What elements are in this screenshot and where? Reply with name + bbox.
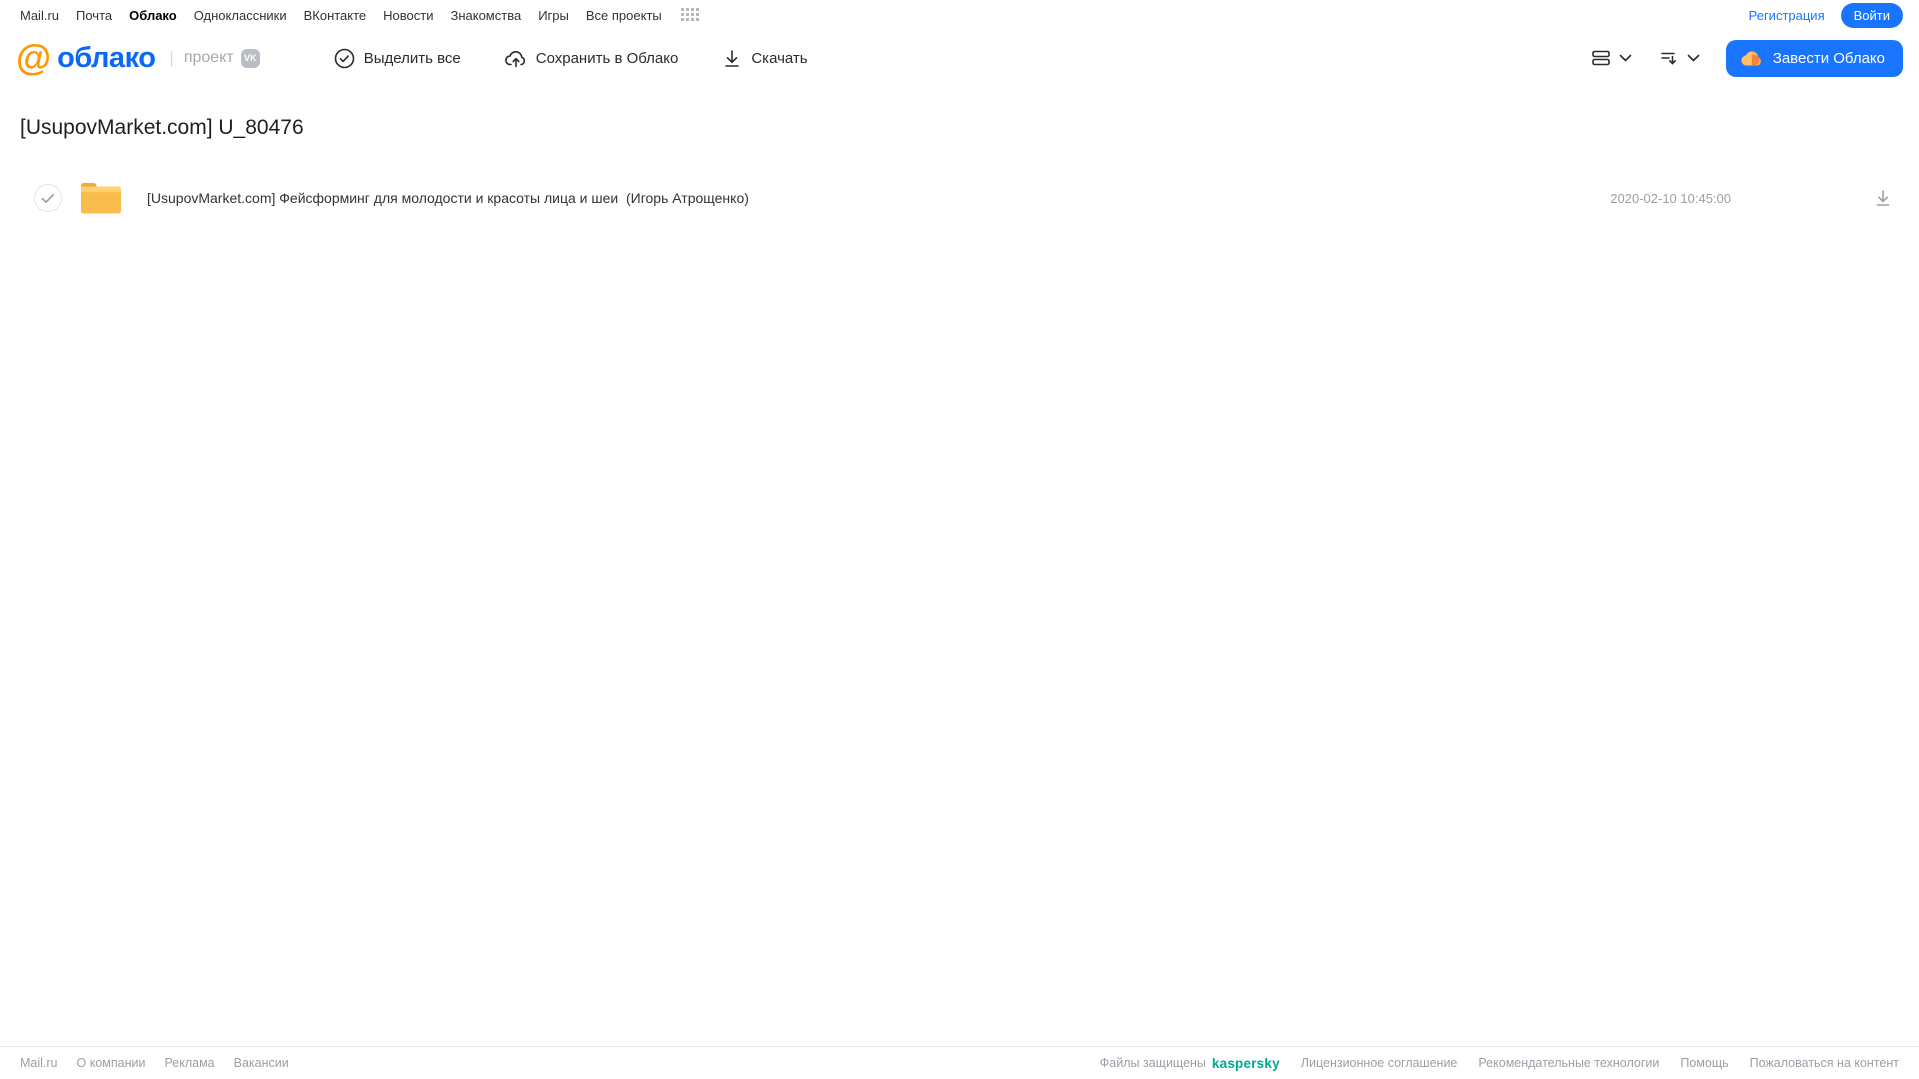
footer-jobs-link[interactable]: Вакансии — [234, 1056, 289, 1070]
page-footer: Mail.ru О компании Реклама Вакансии Файл… — [0, 1046, 1919, 1079]
footer-license-link[interactable]: Лицензионное соглашение — [1301, 1056, 1458, 1070]
footer-left-links: Mail.ru О компании Реклама Вакансии — [20, 1056, 289, 1070]
footer-mailru-link[interactable]: Mail.ru — [20, 1056, 58, 1070]
file-actions: Выделить все Сохранить в Облако Скачать — [334, 48, 808, 69]
download-label: Скачать — [751, 49, 808, 67]
check-circle-icon — [334, 48, 355, 68]
sort-button[interactable] — [1658, 48, 1700, 68]
sort-icon — [1660, 52, 1676, 65]
page-title: [UsupovMarket.com] U_80476 — [20, 116, 304, 139]
cloud-upload-icon — [504, 50, 525, 67]
file-date: 2020-02-10 10:45:00 — [1610, 190, 1731, 206]
cloud-logo[interactable]: @ облако | проект VK — [16, 40, 260, 76]
file-row[interactable]: [UsupovMarket.com] Фейсформинг для молод… — [20, 174, 1919, 222]
footer-right-links: Файлы защищены kaspersky Лицензионное со… — [1100, 1056, 1899, 1071]
get-cloud-button[interactable]: Завести Облако — [1725, 39, 1903, 77]
footer-report-link[interactable]: Пожаловаться на контент — [1750, 1056, 1899, 1070]
nav-pochta[interactable]: Почта — [76, 8, 112, 23]
main-content: [UsupovMarket.com] U_80476 [UsupovMarket… — [0, 116, 1919, 222]
footer-about-link[interactable]: О компании — [77, 1056, 146, 1070]
get-cloud-label: Завести Облако — [1772, 49, 1885, 67]
kaspersky-protected: Файлы защищены kaspersky — [1100, 1056, 1280, 1071]
nav-novosti[interactable]: Новости — [383, 8, 433, 23]
check-icon — [41, 193, 54, 203]
cloud-icon — [1741, 51, 1761, 66]
vk-badge-icon: VK — [240, 48, 260, 68]
chevron-down-icon — [1687, 54, 1700, 62]
save-to-cloud-label: Сохранить в Облако — [535, 49, 679, 67]
list-view-icon — [1591, 50, 1610, 66]
file-name[interactable]: [UsupovMarket.com] Фейсформинг для молод… — [147, 190, 749, 206]
project-label: проект — [183, 49, 234, 66]
apps-grid-icon[interactable] — [680, 8, 700, 22]
save-to-cloud-button[interactable]: Сохранить в Облако — [504, 48, 679, 69]
nav-vkontakte[interactable]: ВКонтакте — [304, 8, 367, 23]
auth-area: Регистрация Войти — [1749, 2, 1903, 28]
mailru-at-icon: @ — [16, 37, 52, 78]
download-icon — [1876, 190, 1890, 206]
download-button[interactable]: Скачать — [722, 48, 808, 69]
folder-icon — [81, 183, 121, 214]
row-download-button[interactable] — [1873, 188, 1893, 208]
row-checkbox[interactable] — [34, 184, 62, 212]
register-link[interactable]: Регистрация — [1749, 8, 1825, 23]
nav-all-projects[interactable]: Все проекты — [586, 8, 662, 23]
footer-ads-link[interactable]: Реклама — [164, 1056, 214, 1070]
nav-odnoklassniki[interactable]: Одноклассники — [194, 8, 287, 23]
view-mode-button[interactable] — [1590, 48, 1632, 68]
download-icon — [725, 49, 740, 67]
footer-help-link[interactable]: Помощь — [1680, 1056, 1728, 1070]
nav-znakomstva[interactable]: Знакомства — [450, 8, 521, 23]
portal-topbar: Mail.ru Почта Облако Одноклассники ВКонт… — [0, 0, 1919, 30]
chevron-down-icon — [1619, 54, 1632, 62]
protected-label: Файлы защищены — [1099, 1056, 1206, 1070]
select-all-button[interactable]: Выделить все — [334, 48, 461, 69]
kaspersky-logo[interactable]: kaspersky — [1212, 1056, 1280, 1071]
cloud-logo-text: облако — [57, 41, 156, 74]
logo-divider: | — [169, 48, 174, 67]
footer-recommend-link[interactable]: Рекомендательные технологии — [1478, 1056, 1659, 1070]
cloud-toolbar: @ облако | проект VK Выделить все Сохран… — [0, 30, 1919, 86]
select-all-label: Выделить все — [363, 49, 461, 67]
nav-oblako[interactable]: Облако — [129, 8, 177, 23]
nav-igry[interactable]: Игры — [538, 8, 569, 23]
login-button[interactable]: Войти — [1840, 2, 1903, 28]
toolbar-right: Завести Облако — [1590, 39, 1903, 77]
nav-mailru[interactable]: Mail.ru — [20, 8, 59, 23]
portal-nav: Mail.ru Почта Облако Одноклассники ВКонт… — [20, 8, 700, 23]
